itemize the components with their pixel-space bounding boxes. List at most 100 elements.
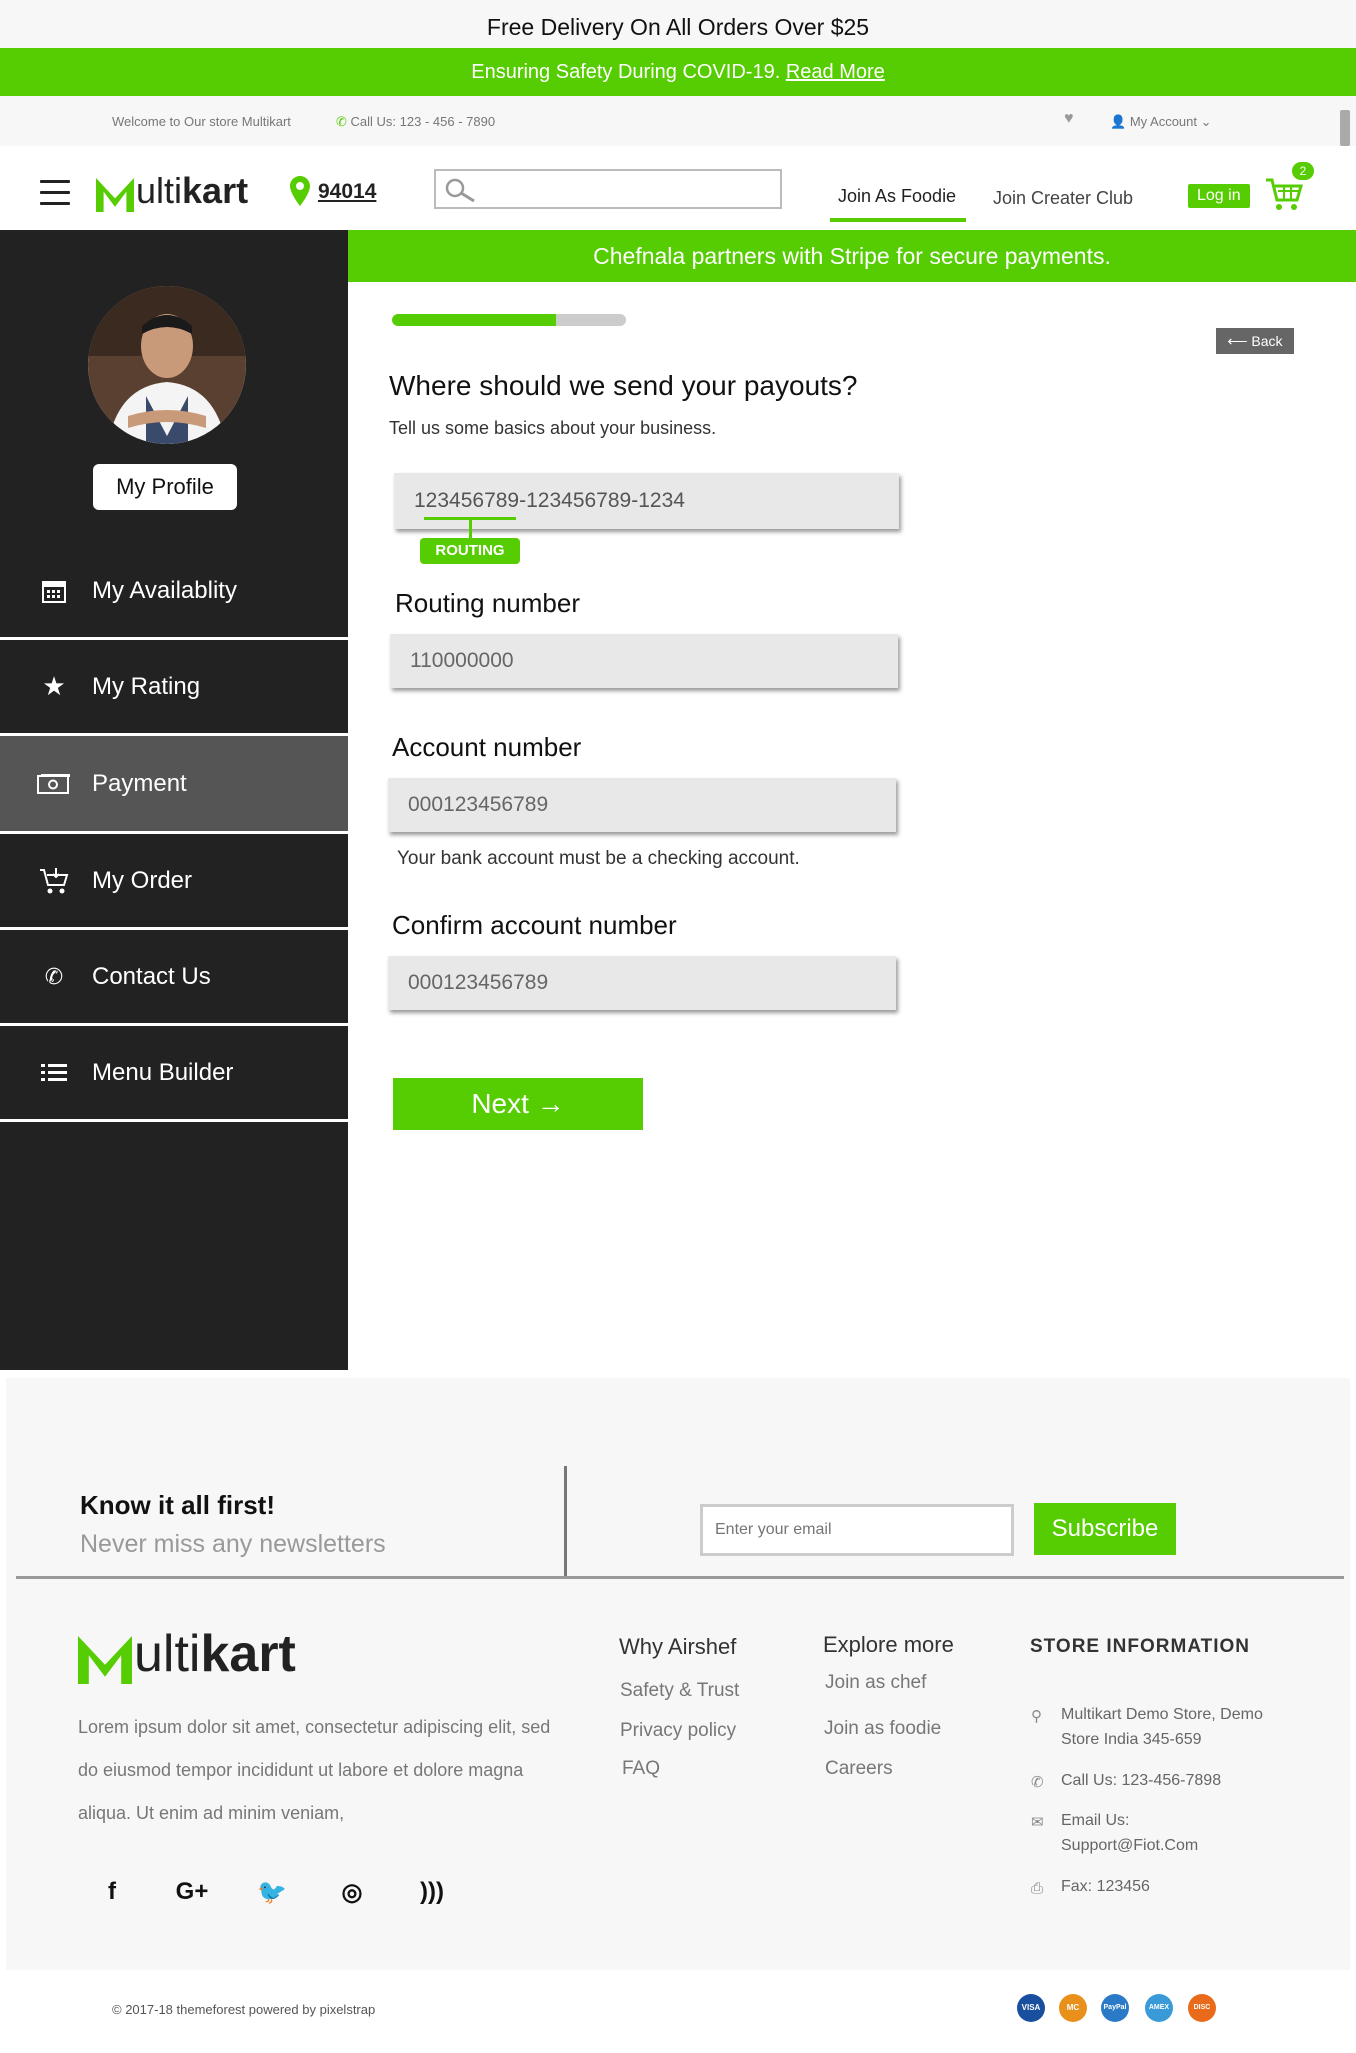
store-email: ✉ Email Us: Support@Fiot.Com [1031, 1808, 1241, 1858]
footer-link[interactable]: Join as foodie [824, 1718, 941, 1740]
page-subtitle: Tell us some basics about your business. [389, 418, 717, 438]
read-more-link[interactable]: Read More [786, 61, 885, 83]
rss-icon[interactable]: ))) [392, 1878, 472, 1907]
nav-join-as-foodie[interactable]: Join As Foodie [838, 186, 956, 207]
footer-link[interactable]: FAQ [622, 1758, 660, 1780]
page-title: Where should we send your payouts? [389, 370, 858, 401]
footer-link[interactable]: Join as chef [825, 1672, 926, 1694]
store-address: ⚲ Multikart Demo Store, Demo Store India … [1031, 1702, 1281, 1752]
site-logo[interactable]: ulti kart [96, 170, 249, 212]
chef-portrait-image [88, 286, 246, 444]
store-call: ✆ Call Us: 123-456-7898 [1031, 1768, 1222, 1793]
sidebar-item-label: My Rating [92, 672, 201, 700]
my-account-menu[interactable]: 👤 My Account ⌄ [1110, 114, 1212, 130]
newsletter-title: Know it all first! [80, 1490, 275, 1520]
logo-m-mark [96, 178, 134, 212]
phone-icon: ✆ [336, 114, 347, 129]
footer-col-explore-title: Explore more [823, 1632, 954, 1657]
copyright-text: © 2017-18 themeforest powered by pixelst… [112, 2002, 376, 2017]
visa-icon: VISA [1017, 1994, 1045, 2022]
newsletter-subtitle: Never miss any newsletters [80, 1530, 386, 1558]
active-nav-underline [830, 218, 966, 222]
discover-icon: DISC [1188, 1994, 1216, 2022]
routing-number-field[interactable] [390, 634, 898, 688]
sidebar-item-payment[interactable]: Payment [0, 736, 348, 834]
logo-text-light: ulti [134, 1625, 201, 1683]
sidebar-item-label: Contact Us [92, 962, 211, 990]
sidebar-item-label: My Order [92, 866, 193, 894]
account-number-field[interactable] [388, 778, 896, 832]
footer-logo[interactable]: ulti kart [78, 1625, 296, 1684]
sidebar-item-menu-builder[interactable]: Menu Builder [0, 1026, 348, 1122]
logo-text-bold: kart [182, 170, 249, 211]
star-icon: ★ [42, 671, 66, 701]
cart-icon [36, 867, 72, 895]
avatar [88, 286, 246, 444]
login-button[interactable]: Log in [1188, 184, 1250, 208]
search-input[interactable] [434, 169, 782, 209]
paypal-icon: PayPal [1101, 1994, 1129, 2022]
sidebar-item-availability[interactable]: My Availablity [0, 544, 348, 640]
footer-link[interactable]: Privacy policy [620, 1720, 736, 1742]
logo-text-light: ulti [136, 170, 183, 211]
covid-text: Ensuring Safety During COVID-19. [471, 61, 781, 83]
store-email-text: Email Us: Support@Fiot.Com [1061, 1812, 1199, 1854]
store-fax-text: Fax: 123456 [1061, 1878, 1150, 1895]
sidebar: My Profile My Availablity ★ My Rating Pa… [0, 230, 348, 1370]
my-account-label: My Account [1129, 114, 1198, 129]
promo-bar: Free Delivery On All Orders Over $25 [0, 0, 1356, 48]
next-button[interactable]: Next → [393, 1078, 643, 1130]
sidebar-item-label: Menu Builder [92, 1058, 234, 1086]
location-pin-icon [290, 176, 310, 206]
account-help-text: Your bank account must be a checking acc… [397, 848, 800, 869]
sidebar-item-contact-us[interactable]: ✆ Contact Us [0, 930, 348, 1026]
welcome-text: Welcome to Our store Multikart [112, 114, 291, 129]
info-bar: Welcome to Our store Multikart ✆ Call Us… [0, 96, 1356, 146]
user-icon: 👤 [1110, 114, 1127, 129]
search-icon [445, 178, 475, 203]
email-input[interactable] [700, 1504, 1014, 1556]
fax-icon: ⎙ [1031, 1880, 1044, 1897]
my-profile-button[interactable]: My Profile [93, 464, 237, 510]
location-pin-icon: ⚲ [1031, 1708, 1042, 1725]
list-icon [36, 1059, 72, 1087]
cart-icon[interactable] [1264, 174, 1304, 214]
confirm-account-field[interactable] [388, 956, 896, 1010]
stripe-banner: Chefnala partners with Stripe for secure… [348, 230, 1356, 282]
google-plus-icon[interactable]: G+ [152, 1878, 232, 1907]
calendar-icon [36, 577, 72, 605]
zip-code[interactable]: 94014 [318, 180, 376, 204]
call-text: ✆ Call Us: 123 - 456 - 7890 [336, 114, 495, 130]
subscribe-button[interactable]: Subscribe [1034, 1503, 1176, 1555]
envelope-icon: ✉ [1031, 1814, 1044, 1831]
back-button[interactable]: ⟵ Back [1216, 328, 1294, 354]
facebook-icon[interactable]: f [72, 1878, 152, 1907]
logo-m-mark [78, 1636, 132, 1684]
promo-text: Free Delivery On All Orders Over $25 [486, 14, 870, 40]
confirm-account-label: Confirm account number [392, 910, 677, 940]
footer-about-text: Lorem ipsum dolor sit amet, consectetur … [78, 1717, 551, 1823]
footer-link[interactable]: Safety & Trust [620, 1680, 739, 1702]
store-call-text: Call Us: 123-456-7898 [1061, 1772, 1222, 1789]
store-address-text: Multikart Demo Store, Demo Store India 3… [1061, 1706, 1263, 1748]
wishlist-heart-icon[interactable]: ♥ [1064, 110, 1074, 128]
sidebar-item-my-order[interactable]: My Order [0, 834, 348, 930]
arrow-left-icon: ⟵ [1227, 333, 1248, 349]
instagram-icon[interactable]: ◎ [312, 1878, 392, 1907]
hamburger-menu-icon[interactable] [40, 180, 70, 205]
page-scrollbar[interactable] [1340, 110, 1350, 146]
twitter-icon[interactable]: 🐦 [232, 1878, 312, 1907]
social-links: f G+ 🐦 ◎ ))) [72, 1878, 472, 1907]
logo-text-bold: kart [200, 1625, 296, 1683]
footer-col-why-title: Why Airshef [619, 1634, 737, 1659]
sidebar-item-label: My Availablity [92, 576, 237, 604]
amex-icon: AMEX [1145, 1994, 1173, 2022]
nav-join-creater-club[interactable]: Join Creater Club [993, 188, 1133, 209]
footer-link[interactable]: Careers [825, 1758, 893, 1780]
covid-bar: Ensuring Safety During COVID-19. Read Mo… [0, 48, 1356, 96]
footer-divider [16, 1576, 1344, 1579]
routing-tag: ROUTING [420, 538, 520, 564]
sidebar-item-label: Payment [92, 769, 187, 797]
progress-bar [392, 314, 626, 326]
sidebar-item-rating[interactable]: ★ My Rating [0, 640, 348, 736]
